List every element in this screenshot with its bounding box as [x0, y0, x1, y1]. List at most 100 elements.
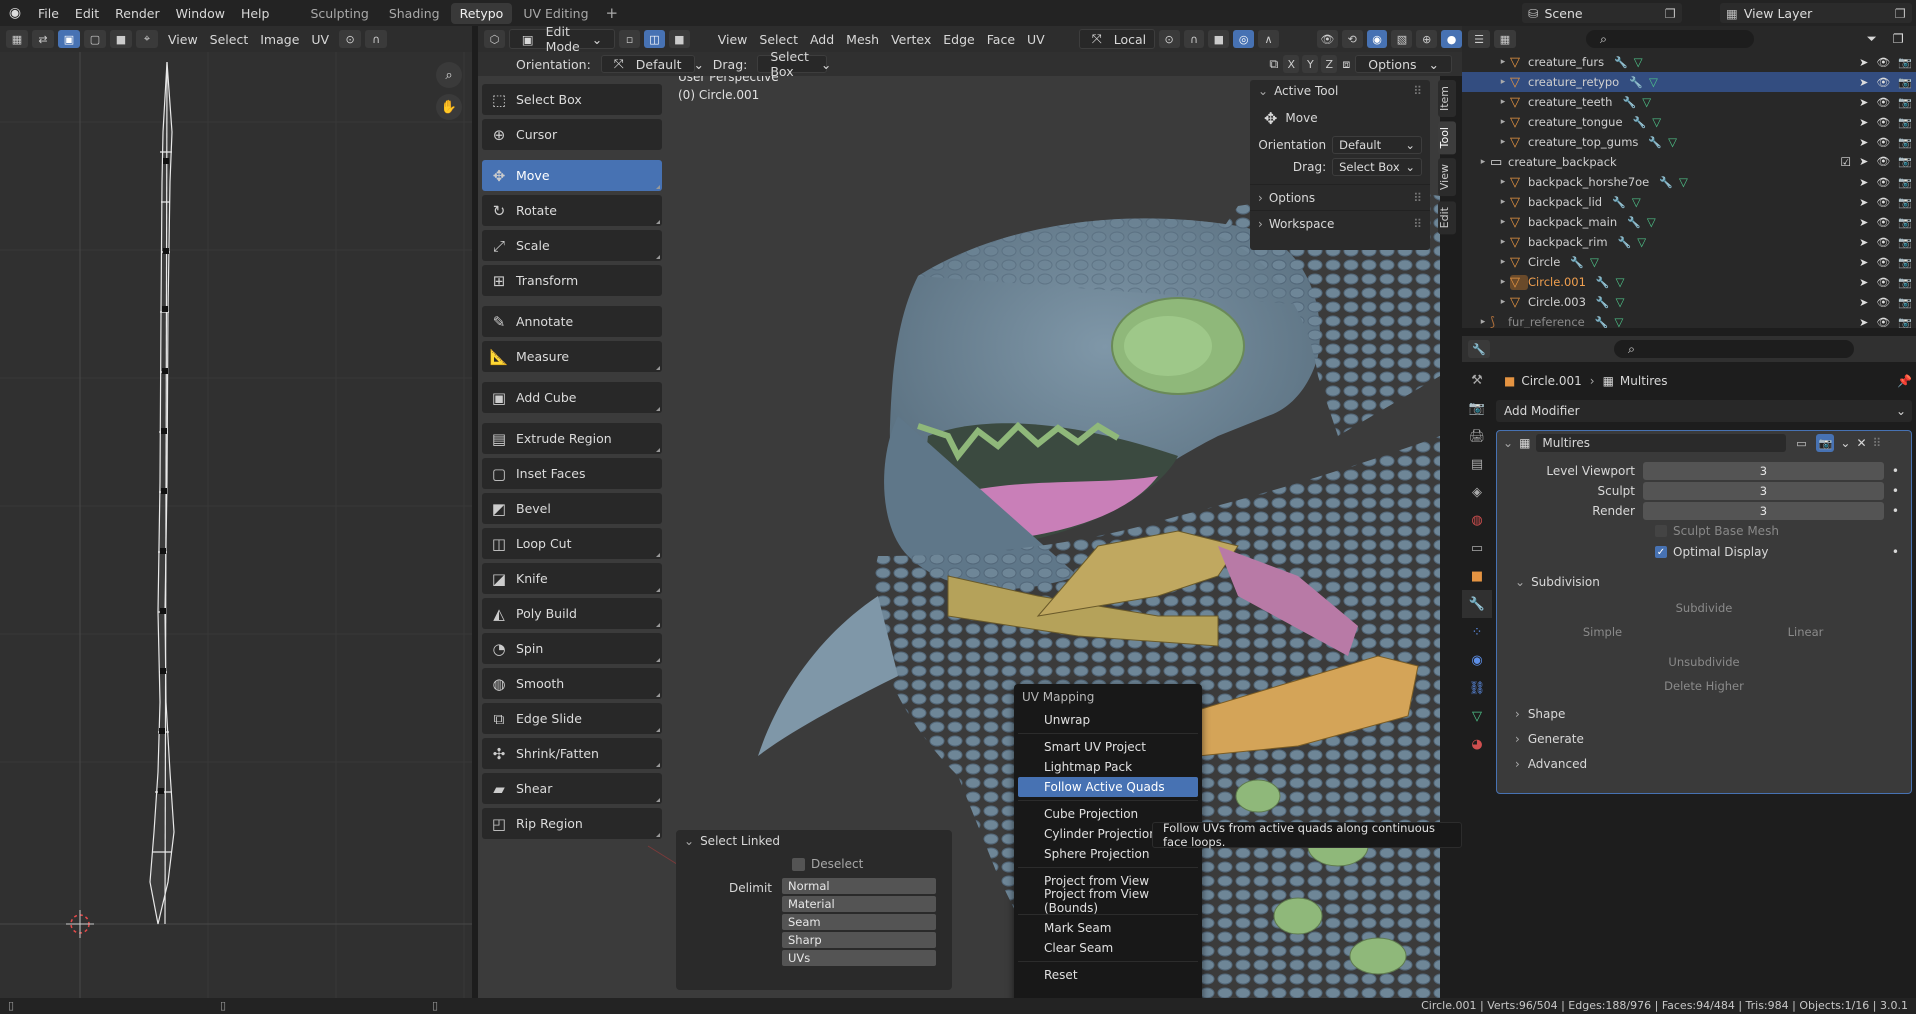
add-modifier-button[interactable]: Add Modifier ⌄: [1496, 400, 1912, 422]
delete-higher-button[interactable]: Delete Higher: [1505, 677, 1903, 695]
viewport-menu-select[interactable]: Select: [753, 32, 804, 47]
sculpt-base-mesh-checkbox[interactable]: [1655, 525, 1667, 537]
eye-icon[interactable]: 👁: [1876, 76, 1890, 89]
workspace-section[interactable]: › Workspace ⠿: [1250, 210, 1430, 236]
subdivide-button[interactable]: Subdivide: [1505, 599, 1903, 617]
uv-menu-select[interactable]: Select: [204, 32, 255, 47]
menu-item-reset[interactable]: Reset: [1014, 965, 1202, 985]
display-mode-icon[interactable]: ▦: [1494, 30, 1516, 48]
outliner-row[interactable]: ▸ ▽ creature_retypo 🔧 ▽ ➤ 👁 📷: [1462, 72, 1916, 92]
pin-icon[interactable]: 📌: [1897, 374, 1912, 388]
chevron-right-icon[interactable]: ▸: [1476, 157, 1490, 167]
tool-bevel[interactable]: ◩ Bevel: [482, 493, 662, 524]
constraints-tab-icon[interactable]: ⛓: [1462, 674, 1492, 702]
tool-transform[interactable]: ⊞ Transform: [482, 265, 662, 296]
chevron-down-icon[interactable]: ⌄: [1503, 436, 1513, 450]
tool-edge-slide[interactable]: ⧉ Edge Slide: [482, 703, 662, 734]
subdivision-header[interactable]: ⌄ Subdivision: [1497, 569, 1911, 595]
outliner-row[interactable]: ▸ ⟆ fur_reference 🔧 ▽ ➤ 👁 📷: [1462, 312, 1916, 329]
options-dropdown[interactable]: Options ⌄: [1355, 55, 1452, 73]
snap-icon[interactable]: ∩: [365, 30, 388, 48]
eye-icon[interactable]: 👁: [1876, 56, 1890, 69]
viewport-menu-view[interactable]: View: [712, 32, 754, 47]
new-collection-icon[interactable]: ❐: [1887, 31, 1910, 47]
snapping-icon[interactable]: ∩: [1183, 30, 1205, 48]
menu-window[interactable]: Window: [168, 6, 233, 21]
pivot-icon[interactable]: ⊙: [339, 30, 362, 48]
sidebar-tab-item[interactable]: Item: [1438, 80, 1456, 118]
topology-mirror-icon[interactable]: ⧈: [1340, 56, 1352, 72]
physics-tab-icon[interactable]: ◉: [1462, 646, 1492, 674]
viewport-menu-vertex[interactable]: Vertex: [885, 32, 937, 47]
particles-tab-icon[interactable]: ⁘: [1462, 618, 1492, 646]
falloff-icon[interactable]: ∧: [1258, 30, 1279, 48]
world-tab-icon[interactable]: ◍: [1462, 506, 1492, 534]
outliner-search-input[interactable]: ⌕: [1586, 30, 1754, 48]
chevron-right-icon[interactable]: ▸: [1496, 197, 1510, 207]
eye-icon[interactable]: 👁: [1876, 256, 1890, 269]
deselect-checkbox[interactable]: [792, 857, 805, 871]
menu-file[interactable]: File: [30, 6, 67, 21]
camera-icon[interactable]: 📷: [1898, 196, 1912, 209]
panel-drag-dropdown[interactable]: Select Box ⌄: [1332, 158, 1422, 176]
output-tab-icon[interactable]: 🖨: [1462, 422, 1492, 450]
chevron-right-icon[interactable]: ▸: [1476, 317, 1490, 327]
generate-section[interactable]: › Generate: [1497, 726, 1911, 751]
keyframe-dot-icon[interactable]: •: [1892, 504, 1899, 518]
drag-handle-icon[interactable]: ⠿: [1413, 84, 1422, 98]
copy-view-layer-icon[interactable]: ❐: [1889, 6, 1912, 21]
axis-x-toggle[interactable]: X: [1283, 55, 1300, 73]
camera-icon[interactable]: 📷: [1898, 256, 1912, 269]
edge-select-icon[interactable]: ▢: [84, 30, 106, 48]
render-level-field[interactable]: 3: [1643, 502, 1884, 520]
axis-z-toggle[interactable]: Z: [1321, 55, 1338, 73]
options-section[interactable]: › Options ⠿: [1250, 184, 1430, 210]
camera-icon[interactable]: 📷: [1898, 296, 1912, 309]
show-render-icon[interactable]: 📷: [1816, 434, 1835, 452]
chevron-right-icon[interactable]: ▸: [1496, 77, 1510, 87]
eye-icon[interactable]: 👁: [1876, 116, 1890, 129]
copy-scene-icon[interactable]: ❐: [1659, 6, 1682, 21]
select-arrow-icon[interactable]: ➤: [1859, 256, 1868, 269]
chevron-right-icon[interactable]: ▸: [1496, 297, 1510, 307]
tool-cursor[interactable]: ⊕ Cursor: [482, 119, 662, 150]
tool-rotate[interactable]: ↻ Rotate: [482, 195, 662, 226]
keyframe-dot-icon[interactable]: •: [1892, 464, 1899, 478]
xray-icon[interactable]: ▧: [1391, 30, 1413, 48]
tool-select-box[interactable]: ⬚ Select Box: [482, 84, 662, 115]
gizmo-icon[interactable]: ⟲: [1341, 30, 1363, 48]
panel-orientation-dropdown[interactable]: Default ⌄: [1332, 136, 1422, 154]
sculpt-level-field[interactable]: 3: [1643, 482, 1884, 500]
viewport-editor-type-icon[interactable]: ⬡: [484, 30, 505, 48]
select-arrow-icon[interactable]: ➤: [1859, 116, 1868, 129]
menu-edit[interactable]: Edit: [67, 6, 107, 21]
eye-icon[interactable]: 👁: [1876, 316, 1890, 329]
eye-icon[interactable]: 👁: [1876, 96, 1890, 109]
visibility-icon[interactable]: 👁: [1316, 30, 1338, 48]
modifier-tab-icon[interactable]: 🔧: [1462, 590, 1492, 618]
eye-icon[interactable]: 👁: [1876, 155, 1890, 169]
outliner-row[interactable]: ▸ ▽ backpack_main 🔧 ▽ ➤ 👁 📷: [1462, 212, 1916, 232]
snap-target-icon[interactable]: ■: [1208, 30, 1230, 48]
linear-button[interactable]: Linear: [1708, 623, 1903, 641]
face-select-icon[interactable]: ■: [110, 30, 132, 48]
proportional-edit-icon[interactable]: ◎: [1233, 30, 1255, 48]
level-viewport-field[interactable]: 3: [1643, 462, 1884, 480]
sync-selection-icon[interactable]: ⇄: [32, 30, 54, 48]
delimit-option-normal[interactable]: Normal: [782, 878, 936, 894]
menu-help[interactable]: Help: [233, 6, 278, 21]
menu-item-project-from-view-bounds[interactable]: Project from View (Bounds): [1014, 887, 1202, 915]
menu-item-lightmap-pack[interactable]: Lightmap Pack: [1014, 757, 1202, 777]
add-workspace-button[interactable]: +: [598, 4, 627, 22]
camera-icon[interactable]: 📷: [1898, 236, 1912, 249]
tab-uv-editing[interactable]: UV Editing: [514, 3, 597, 24]
delimit-option-seam[interactable]: Seam: [782, 914, 936, 930]
drag-dropdown[interactable]: Select Box ⌄: [757, 49, 831, 79]
menu-render[interactable]: Render: [107, 6, 168, 21]
tool-measure[interactable]: 📐 Measure: [482, 341, 662, 372]
sidebar-tab-view[interactable]: View: [1438, 158, 1456, 197]
modifier-name-field[interactable]: Multires: [1536, 434, 1787, 452]
axis-y-toggle[interactable]: Y: [1302, 55, 1319, 73]
tool-knife[interactable]: ◪ Knife: [482, 563, 662, 594]
chevron-right-icon[interactable]: ▸: [1496, 137, 1510, 147]
